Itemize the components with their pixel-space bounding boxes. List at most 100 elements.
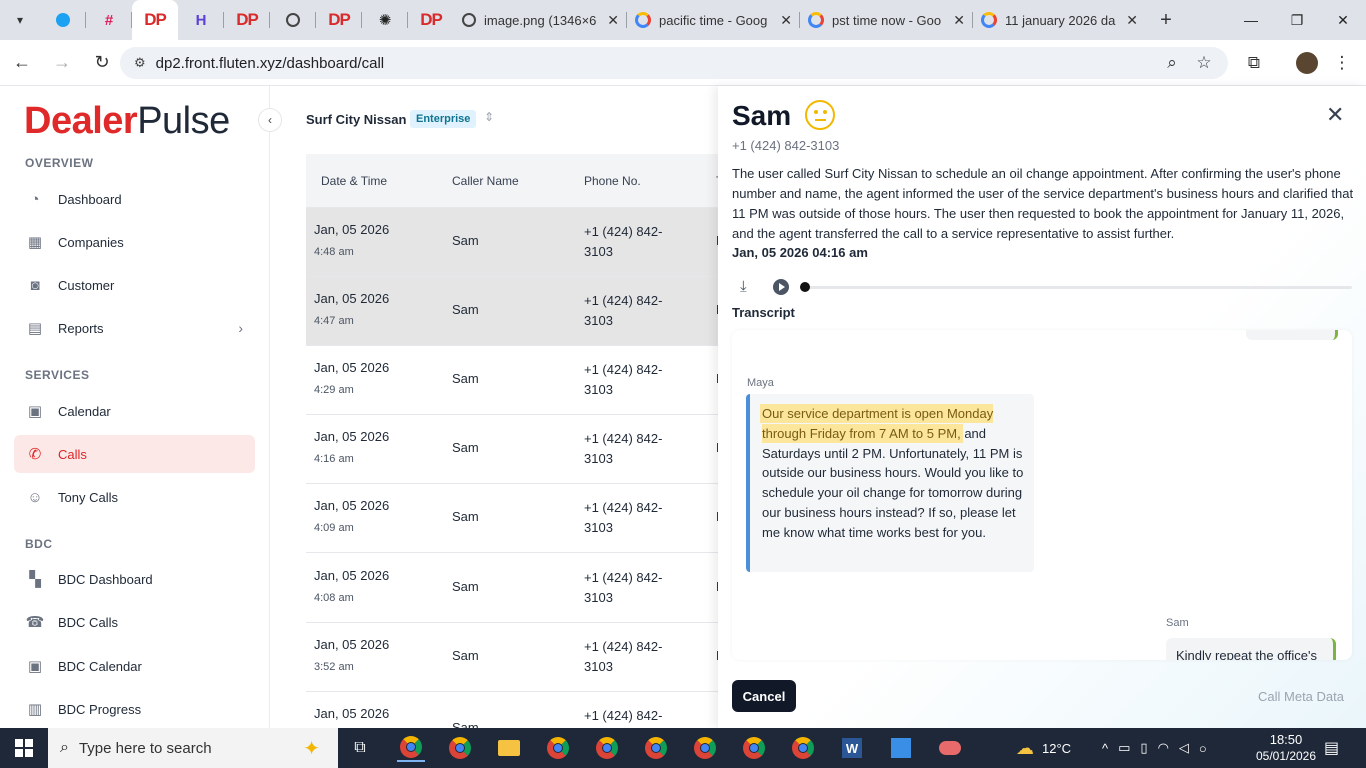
chart-icon: ▥	[27, 701, 43, 718]
column-date[interactable]: Date & Time	[321, 174, 387, 188]
chrome-taskbar-icon[interactable]	[740, 734, 768, 762]
tab-pinned-4[interactable]: H	[178, 0, 224, 40]
sidebar-item-bdc-progress[interactable]: ▥ BDC Progress	[14, 690, 255, 728]
table-row[interactable]: Jan, 05 2026 4:09 am Sam +1 (424) 842-31…	[306, 484, 718, 553]
zoom-icon[interactable]: ⌕	[1156, 47, 1188, 79]
chevron-updown-icon[interactable]: ⇕	[484, 110, 494, 124]
minimize-button[interactable]: —	[1228, 0, 1274, 40]
photos-icon[interactable]	[887, 734, 915, 762]
tab-pinned-9[interactable]: DP	[408, 0, 454, 40]
dealerpulse-logo[interactable]: DealerPulse	[24, 100, 230, 143]
sidebar-item-customer[interactable]: ◙ Customer	[14, 266, 255, 304]
table-row[interactable]: Jan, 05 2026 4:29 am Sam +1 (424) 842-31…	[306, 346, 718, 415]
bookmark-star-icon[interactable]: ☆	[1188, 47, 1220, 79]
restore-button[interactable]: ❐	[1274, 0, 1320, 40]
chevron-up-icon[interactable]: ^	[1102, 741, 1108, 756]
site-settings-icon[interactable]: ⚙	[134, 55, 146, 71]
chrome-taskbar-icon[interactable]	[397, 734, 425, 762]
notification-icon[interactable]: ▤	[1324, 728, 1339, 768]
table-row[interactable]: Jan, 05 2026 4:48 am Sam +1 (424) 842-31…	[306, 208, 718, 277]
word-icon[interactable]: W	[838, 734, 866, 762]
forward-button[interactable]: →	[44, 45, 80, 81]
sidebar-item-calls[interactable]: ✆ Calls	[14, 435, 255, 473]
back-button[interactable]: ←	[4, 45, 40, 81]
tab-search-button[interactable]: ▾	[0, 0, 40, 40]
profile-avatar[interactable]	[1291, 47, 1323, 79]
table-row[interactable]: Jan, 05 2026 4:47 am Sam +1 (424) 842-31…	[306, 277, 718, 346]
tab-january[interactable]: 11 january 2026 da ✕	[973, 0, 1146, 40]
task-view-icon[interactable]: ⧉	[346, 734, 374, 762]
browser-menu-icon[interactable]: ⋮	[1326, 47, 1358, 79]
chrome-taskbar-icon[interactable]	[789, 734, 817, 762]
sidebar-item-companies[interactable]: ▦ Companies	[14, 223, 255, 261]
sidebar-item-label: Calendar	[58, 403, 111, 419]
message-bubble: Kindly repeat the office's	[1166, 638, 1336, 660]
chrome-taskbar-icon[interactable]	[642, 734, 670, 762]
meet-now-icon[interactable]: ▭	[1118, 740, 1130, 756]
refresh-icon[interactable]: ○	[1199, 741, 1207, 756]
wifi-icon[interactable]: ◠	[1158, 740, 1169, 756]
start-button[interactable]	[0, 728, 48, 768]
play-icon[interactable]	[773, 279, 789, 295]
download-icon[interactable]: ⤓	[740, 278, 747, 295]
extensions-icon[interactable]: ⧉	[1238, 47, 1270, 79]
taskbar-search[interactable]: ⌕ Type here to search ✦	[48, 728, 338, 768]
tab-pacific-time[interactable]: pacific time - Goog ✕	[627, 0, 800, 40]
table-row[interactable]: Jan, 05 2026 4:16 am Sam +1 (424) 842-31…	[306, 415, 718, 484]
dealer-selector[interactable]: Surf City Nissan	[306, 112, 406, 127]
system-tray: ^ ▭ ▯ ◠ ◁ ○	[1102, 728, 1207, 768]
url-field[interactable]: ⚙ dp2.front.fluten.xyz/dashboard/call	[120, 47, 1228, 79]
sidebar-item-bdc-calls[interactable]: ☎ BDC Calls	[14, 603, 255, 641]
table-row[interactable]: Jan, 05 2026 3:52 am Sam +1 (424) 842-31…	[306, 623, 718, 692]
close-tab-icon[interactable]: ✕	[953, 12, 965, 29]
sidebar-item-reports[interactable]: ▤ Reports ›	[14, 309, 255, 347]
chrome-taskbar-icon[interactable]	[691, 734, 719, 762]
battery-icon[interactable]: ▯	[1140, 740, 1147, 756]
new-tab-button[interactable]: +	[1146, 0, 1186, 40]
close-icon[interactable]: ✕	[1326, 102, 1344, 128]
table-row[interactable]: Jan, 05 2026 4:08 am Sam +1 (424) 842-31…	[306, 554, 718, 623]
app-icon[interactable]	[936, 734, 964, 762]
tab-pst-time[interactable]: pst time now - Goo ✕	[800, 0, 973, 40]
tab-pinned-8[interactable]: ✺	[362, 0, 408, 40]
cancel-button[interactable]: Cancel	[732, 680, 796, 712]
sidebar-item-calendar[interactable]: ▣ Calendar	[14, 392, 255, 430]
tab-pinned-2[interactable]: #	[86, 0, 132, 40]
table-row[interactable]: Jan, 05 2026 Sam +1 (424) 842-	[306, 692, 718, 728]
sidebar-item-tony-calls[interactable]: ☺ Tony Calls	[14, 478, 255, 516]
tab-image[interactable]: image.png (1346×6 ✕	[454, 0, 627, 40]
volume-icon[interactable]: ◁	[1179, 740, 1189, 756]
close-window-button[interactable]: ✕	[1320, 0, 1366, 40]
column-caller[interactable]: Caller Name	[452, 174, 519, 188]
tab-pinned-7[interactable]: DP	[316, 0, 362, 40]
column-phone[interactable]: Phone No.	[584, 174, 641, 188]
openai-icon: ✺	[378, 12, 392, 29]
sidebar-item-bdc-dashboard[interactable]: ▚ BDC Dashboard	[14, 560, 255, 598]
reload-button[interactable]: ↻	[84, 45, 120, 81]
close-tab-icon[interactable]: ✕	[1126, 12, 1138, 29]
call-meta-data-link[interactable]: Call Meta Data	[1258, 689, 1344, 704]
call-summary: The user called Surf City Nissan to sche…	[732, 166, 1354, 241]
tab-pinned-1[interactable]	[40, 0, 86, 40]
chrome-taskbar-icon[interactable]	[446, 734, 474, 762]
tab-pinned-6[interactable]	[270, 0, 316, 40]
sidebar-item-bdc-calendar[interactable]: ▣ BDC Calendar	[14, 647, 255, 685]
collapse-sidebar-button[interactable]: ‹	[258, 108, 282, 132]
folder-icon[interactable]	[495, 734, 523, 762]
section-services: SERVICES	[25, 368, 90, 382]
tab-dealerpulse-active[interactable]: DP	[132, 0, 178, 40]
grid-icon: ▚	[29, 571, 41, 588]
weather-widget[interactable]: ☁ 12°C	[1016, 728, 1071, 768]
close-tab-icon[interactable]: ✕	[607, 12, 619, 29]
sidebar-item-dashboard[interactable]: ◔ Dashboard	[14, 180, 255, 218]
audio-progress-track[interactable]	[806, 286, 1352, 289]
highlighted-text: Our service department is open Monday th…	[762, 406, 994, 441]
chrome-taskbar-icon[interactable]	[544, 734, 572, 762]
audio-seek-handle[interactable]	[800, 282, 810, 292]
clock[interactable]: 18:50 05/01/2026	[1256, 728, 1316, 768]
transcript-box[interactable]: Maya Our service department is open Mond…	[732, 330, 1352, 660]
chrome-taskbar-icon[interactable]	[593, 734, 621, 762]
close-tab-icon[interactable]: ✕	[780, 12, 792, 29]
tab-pinned-5[interactable]: DP	[224, 0, 270, 40]
message-bubble: Our service department is open Monday th…	[746, 394, 1034, 572]
